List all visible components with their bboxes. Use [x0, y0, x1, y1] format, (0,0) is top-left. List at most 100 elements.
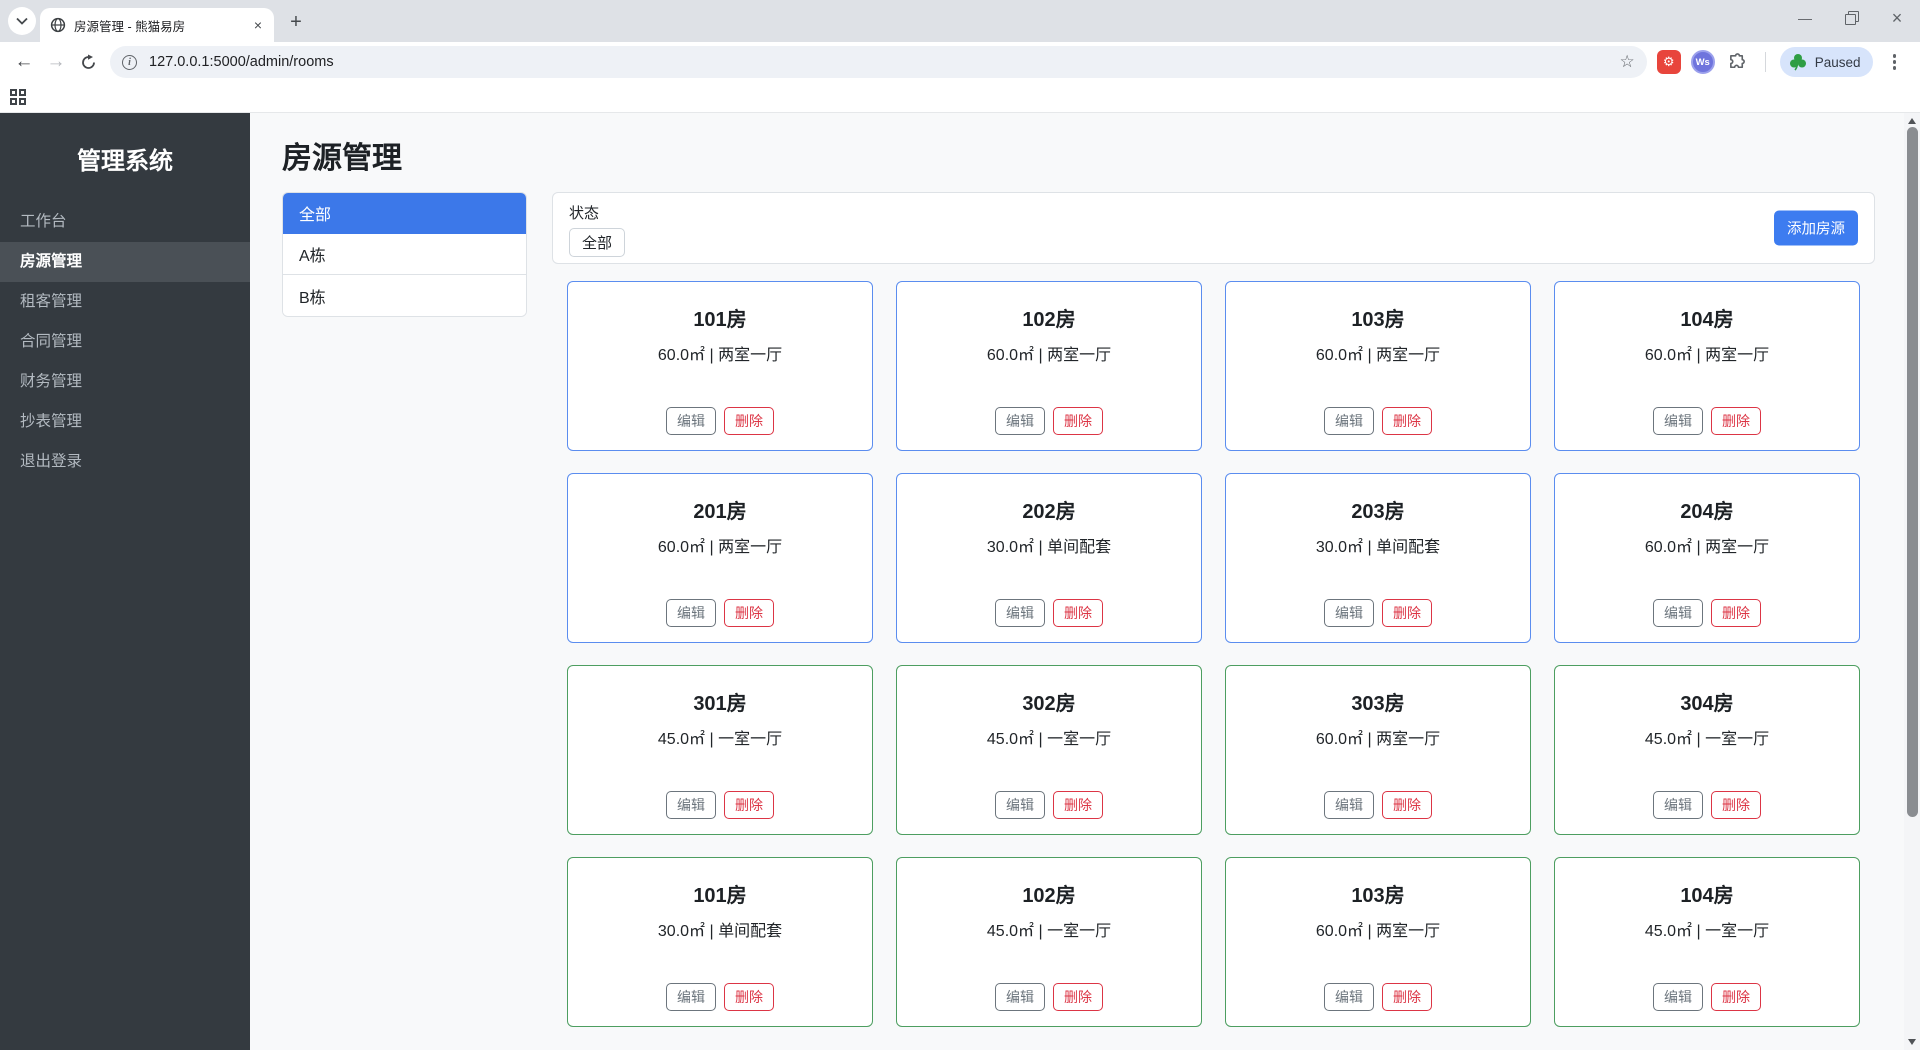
sidebar-item-rooms[interactable]: 房源管理 [0, 242, 250, 282]
page-scrollbar[interactable] [1904, 113, 1920, 1050]
building-item-a[interactable]: A栋 [283, 234, 526, 275]
edit-button[interactable]: 编辑 [1324, 983, 1374, 1011]
delete-button[interactable]: 删除 [1382, 791, 1432, 819]
room-card: 302房 45.0㎡ | 一室一厅 编辑 删除 [896, 665, 1202, 835]
delete-button[interactable]: 删除 [1382, 983, 1432, 1011]
room-info: 45.0㎡ | 一室一厅 [986, 923, 1112, 940]
room-card: 104房 45.0㎡ | 一室一厅 编辑 删除 [1554, 857, 1860, 1027]
room-name: 103房 [1351, 885, 1405, 907]
edit-button[interactable]: 编辑 [995, 599, 1045, 627]
back-button[interactable]: ← [8, 46, 40, 78]
delete-button[interactable]: 删除 [1382, 407, 1432, 435]
delete-button[interactable]: 删除 [1382, 599, 1432, 627]
sidebar-item-contracts[interactable]: 合同管理 [0, 322, 250, 362]
delete-button[interactable]: 删除 [1711, 983, 1761, 1011]
edit-button[interactable]: 编辑 [666, 599, 716, 627]
address-bar[interactable]: i 127.0.0.1:5000/admin/rooms ☆ [110, 46, 1647, 78]
room-info: 60.0㎡ | 两室一厅 [657, 347, 783, 364]
building-filter-list: 全部 A栋 B栋 [282, 192, 527, 317]
info-icon[interactable]: i [122, 54, 137, 70]
edit-button[interactable]: 编辑 [1653, 599, 1703, 627]
room-info: 30.0㎡ | 单间配套 [657, 923, 783, 940]
edit-button[interactable]: 编辑 [1324, 407, 1374, 435]
sidebar-item-meter[interactable]: 抄表管理 [0, 402, 250, 442]
room-name: 203房 [1351, 501, 1405, 523]
gear-extension-icon[interactable]: ⚙ [1656, 50, 1681, 74]
room-info: 30.0㎡ | 单间配套 [1315, 539, 1441, 556]
edit-button[interactable]: 编辑 [995, 791, 1045, 819]
browser-tab[interactable]: 房源管理 - 熊猫易房 × [40, 8, 274, 42]
app-title: 管理系统 [77, 148, 173, 175]
delete-button[interactable]: 删除 [1053, 599, 1103, 627]
room-card: 101房 30.0㎡ | 单间配套 编辑 删除 [567, 857, 873, 1027]
room-info: 60.0㎡ | 两室一厅 [1644, 539, 1770, 556]
rooms-grid: 101房 60.0㎡ | 两室一厅 编辑 删除 102房 60.0㎡ | 两室一厅… [567, 281, 1860, 1027]
menu-kebab-icon[interactable] [1883, 54, 1907, 70]
room-info: 60.0㎡ | 两室一厅 [1315, 731, 1441, 748]
room-card: 101房 60.0㎡ | 两室一厅 编辑 删除 [567, 281, 873, 451]
room-card: 301房 45.0㎡ | 一室一厅 编辑 删除 [567, 665, 873, 835]
scrollbar-thumb[interactable] [1906, 127, 1918, 817]
ws-extension-icon[interactable]: Ws [1690, 50, 1715, 74]
edit-button[interactable]: 编辑 [1653, 407, 1703, 435]
paused-badge[interactable]: Paused [1779, 47, 1873, 77]
building-item-all[interactable]: 全部 [283, 193, 526, 234]
minimize-button[interactable]: — [1782, 0, 1828, 36]
building-item-b[interactable]: B栋 [283, 275, 526, 316]
edit-button[interactable]: 编辑 [995, 983, 1045, 1011]
delete-button[interactable]: 删除 [1711, 599, 1761, 627]
edit-button[interactable]: 编辑 [666, 791, 716, 819]
edit-button[interactable]: 编辑 [666, 407, 716, 435]
reload-button[interactable] [72, 46, 104, 78]
sidebar-nav: 工作台 房源管理 租客管理 合同管理 财务管理 抄表管理 退出登录 [0, 202, 250, 482]
delete-button[interactable]: 删除 [1711, 791, 1761, 819]
extension-icons: ⚙ Ws Paused [1656, 47, 1907, 77]
edit-button[interactable]: 编辑 [1324, 599, 1374, 627]
room-card: 304房 45.0㎡ | 一室一厅 编辑 删除 [1554, 665, 1860, 835]
add-room-button[interactable]: 添加房源 [1774, 210, 1858, 246]
restore-button[interactable] [1828, 0, 1874, 36]
bookmark-star-icon[interactable]: ☆ [1619, 52, 1634, 72]
edit-button[interactable]: 编辑 [666, 983, 716, 1011]
delete-button[interactable]: 删除 [1053, 983, 1103, 1011]
room-name: 102房 [1022, 885, 1076, 907]
sidebar-item-finance[interactable]: 财务管理 [0, 362, 250, 402]
delete-button[interactable]: 删除 [1053, 791, 1103, 819]
delete-button[interactable]: 删除 [724, 599, 774, 627]
url-text: 127.0.0.1:5000/admin/rooms [149, 54, 334, 70]
page-title: 房源管理 [282, 142, 402, 175]
close-button[interactable]: × [1874, 0, 1920, 36]
tab-close-icon[interactable]: × [250, 17, 266, 33]
sidebar: 管理系统 工作台 房源管理 租客管理 合同管理 财务管理 抄表管理 退出登录 [0, 113, 250, 1050]
edit-button[interactable]: 编辑 [995, 407, 1045, 435]
status-filter-panel: 状态 全部 添加房源 [552, 192, 1875, 264]
page-content: 管理系统 工作台 房源管理 租客管理 合同管理 财务管理 抄表管理 退出登录 房… [0, 113, 1920, 1050]
delete-button[interactable]: 删除 [724, 407, 774, 435]
delete-button[interactable]: 删除 [724, 983, 774, 1011]
reload-icon [81, 54, 95, 69]
scroll-down-icon[interactable] [1904, 1034, 1920, 1050]
room-card: 201房 60.0㎡ | 两室一厅 编辑 删除 [567, 473, 873, 643]
room-name: 103房 [1351, 309, 1405, 331]
room-card: 103房 60.0㎡ | 两室一厅 编辑 删除 [1225, 281, 1531, 451]
room-name: 204房 [1680, 501, 1734, 523]
apps-grid-icon[interactable] [10, 89, 26, 105]
sidebar-item-logout[interactable]: 退出登录 [0, 442, 250, 482]
forward-button[interactable]: → [40, 46, 72, 78]
edit-button[interactable]: 编辑 [1653, 983, 1703, 1011]
delete-button[interactable]: 删除 [1711, 407, 1761, 435]
room-card: 203房 30.0㎡ | 单间配套 编辑 删除 [1225, 473, 1531, 643]
room-card: 102房 60.0㎡ | 两室一厅 编辑 删除 [896, 281, 1202, 451]
puzzle-extensions-icon[interactable] [1725, 49, 1751, 75]
sidebar-item-workbench[interactable]: 工作台 [0, 202, 250, 242]
room-info: 60.0㎡ | 两室一厅 [1315, 923, 1441, 940]
sidebar-item-tenants[interactable]: 租客管理 [0, 282, 250, 322]
tab-search-button[interactable] [8, 7, 36, 35]
new-tab-button[interactable]: + [282, 8, 310, 36]
status-filter-value[interactable]: 全部 [569, 228, 626, 257]
chevron-down-icon [16, 17, 28, 25]
delete-button[interactable]: 删除 [724, 791, 774, 819]
delete-button[interactable]: 删除 [1053, 407, 1103, 435]
edit-button[interactable]: 编辑 [1324, 791, 1374, 819]
edit-button[interactable]: 编辑 [1653, 791, 1703, 819]
